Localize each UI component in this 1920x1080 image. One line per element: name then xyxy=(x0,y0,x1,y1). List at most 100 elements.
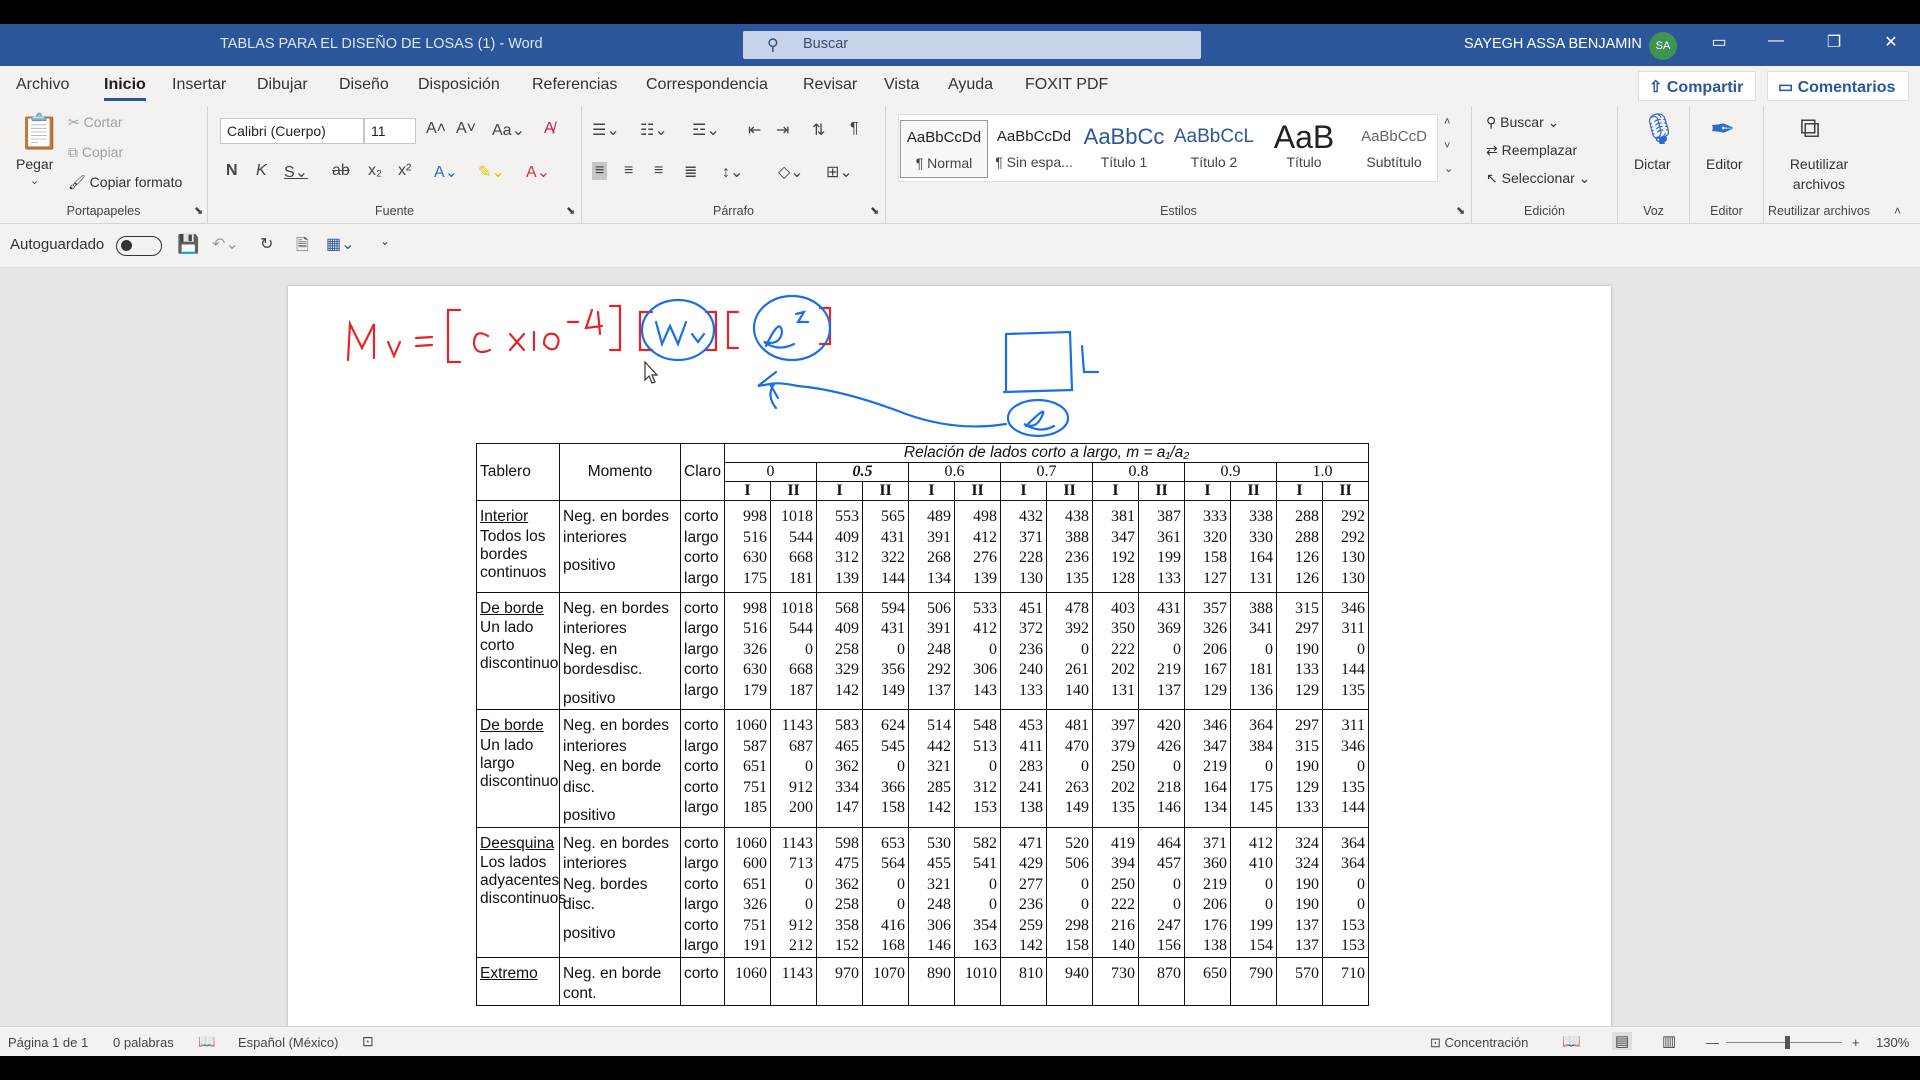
font-size-combo[interactable]: 11 xyxy=(364,118,416,144)
superscript-icon[interactable]: x² xyxy=(398,162,411,180)
microphone-icon[interactable]: 🎙 xyxy=(1640,112,1678,147)
zoom-level[interactable]: 130% xyxy=(1876,1035,1909,1050)
style-heading-2[interactable]: AaBbCcL Título 2 xyxy=(1170,120,1258,178)
italic-icon[interactable]: K xyxy=(256,162,267,180)
numbering-icon[interactable]: ☷⌄ xyxy=(640,120,668,140)
tab-ayuda[interactable]: Ayuda xyxy=(948,76,993,94)
tab-referencias[interactable]: Referencias xyxy=(532,76,617,94)
dialog-launcher-icon[interactable]: ⬊ xyxy=(194,204,203,217)
bullets-icon[interactable]: ☰⌄ xyxy=(592,120,620,140)
styles-more-icon[interactable]: ⌄ xyxy=(1444,162,1453,175)
shrink-font-icon[interactable]: A˅ xyxy=(456,120,476,138)
zoom-slider[interactable] xyxy=(1726,1042,1842,1043)
shading-icon[interactable]: ◇⌄ xyxy=(778,162,804,182)
collapse-ribbon-icon[interactable]: ˄ xyxy=(1894,204,1901,218)
tab-correspondencia[interactable]: Correspondencia xyxy=(646,76,768,94)
tab-archivo[interactable]: Archivo xyxy=(16,76,69,94)
tab-vista[interactable]: Vista xyxy=(884,76,919,94)
customize-qat-icon[interactable]: ⌄ xyxy=(380,234,390,248)
restore-icon[interactable]: ❐ xyxy=(1819,32,1849,52)
text-effects-icon[interactable]: A⌄ xyxy=(434,162,458,182)
comments-button[interactable]: ▭ Comentarios xyxy=(1767,71,1909,101)
strikethrough-icon[interactable]: ab xyxy=(332,162,350,180)
autosave-toggle[interactable] xyxy=(116,236,162,256)
font-color-icon[interactable]: A⌄ xyxy=(526,162,550,182)
clear-format-icon[interactable]: A̸ xyxy=(544,120,555,138)
styles-scroll-down-icon[interactable]: ˅ xyxy=(1444,140,1450,152)
find-button[interactable]: ⚲ Buscar ⌄ xyxy=(1486,114,1559,131)
tab-inicio[interactable]: Inicio xyxy=(104,76,146,101)
pilcrow-icon[interactable]: ¶ xyxy=(850,120,859,138)
reuse-files-button[interactable]: Reutilizar archivos xyxy=(1768,154,1870,194)
increase-indent-icon[interactable]: ⇥ xyxy=(776,120,789,140)
share-button[interactable]: ⇧ Compartir xyxy=(1638,71,1756,101)
highlight-icon[interactable]: ✎⌄ xyxy=(478,162,505,182)
tab-disposicion[interactable]: Disposición xyxy=(418,76,500,94)
reuse-files-icon[interactable]: ⧉ xyxy=(1800,112,1820,145)
document-canvas[interactable]: Tablero Momento Claro Relación de lados cor… xyxy=(0,268,1920,1026)
align-left-icon[interactable]: ≡ xyxy=(592,162,608,180)
style-heading-1[interactable]: AaBbCc Título 1 xyxy=(1080,120,1168,178)
copy-button[interactable]: ⧉ Copiar xyxy=(68,144,123,161)
replace-button[interactable]: ⇄ Reemplazar xyxy=(1486,142,1577,159)
redo-icon[interactable]: ↻ xyxy=(260,234,273,254)
editor-button[interactable]: Editor xyxy=(1706,156,1743,172)
avatar[interactable]: SA xyxy=(1649,32,1677,60)
tab-diseno[interactable]: Diseño xyxy=(339,76,389,94)
change-case-icon[interactable]: Aa⌄ xyxy=(492,120,525,140)
style-no-spacing[interactable]: AaBbCcDd ¶ Sin espa... xyxy=(990,120,1078,178)
sort-icon[interactable]: ⇅ xyxy=(812,120,825,140)
multilevel-list-icon[interactable]: ☲⌄ xyxy=(692,120,720,140)
layout-icon[interactable]: ▦⌄ xyxy=(326,234,355,254)
bold-icon[interactable]: N xyxy=(226,162,238,180)
zoom-in-icon[interactable]: + xyxy=(1852,1035,1860,1050)
web-layout-icon[interactable]: ▥ xyxy=(1662,1032,1676,1050)
tab-foxit[interactable]: FOXIT PDF xyxy=(1025,76,1108,94)
styles-dialog-icon[interactable]: ⬊ xyxy=(1456,204,1465,217)
zoom-slider-thumb[interactable] xyxy=(1785,1036,1790,1049)
language[interactable]: Español (México) xyxy=(238,1035,338,1050)
paragraph-dialog-icon[interactable]: ⬊ xyxy=(870,204,879,217)
styles-scroll-up-icon[interactable]: ˄ xyxy=(1444,116,1450,128)
word-count[interactable]: 0 palabras xyxy=(113,1035,174,1050)
print-layout-icon[interactable]: ▤ xyxy=(1612,1032,1633,1050)
borders-icon[interactable]: ⊞⌄ xyxy=(826,162,853,182)
focus-mode-button[interactable]: ⊡ Concentración xyxy=(1430,1035,1528,1051)
justify-icon[interactable]: ≣ xyxy=(684,162,697,182)
style-title[interactable]: AaB Título xyxy=(1260,120,1348,178)
chevron-down-icon[interactable]: ⌄ xyxy=(30,174,39,187)
accessibility-icon[interactable]: ⊡ xyxy=(362,1033,374,1050)
pen-icon[interactable]: ✒ xyxy=(1710,112,1735,147)
style-normal[interactable]: AaBbCcDd ¶ Normal xyxy=(900,120,988,178)
ribbon-display-icon[interactable]: ▭ xyxy=(1704,32,1734,52)
zoom-out-icon[interactable]: — xyxy=(1706,1035,1719,1050)
underline-icon[interactable]: S⌄ xyxy=(284,162,308,182)
select-button[interactable]: ↖ Seleccionar ⌄ xyxy=(1486,170,1590,187)
paste-button[interactable]: Pegar xyxy=(16,156,53,172)
tab-revisar[interactable]: Revisar xyxy=(803,76,857,94)
line-spacing-icon[interactable]: ↕⌄ xyxy=(722,162,743,182)
dictate-button[interactable]: Dictar xyxy=(1634,156,1671,172)
minimize-icon[interactable]: — xyxy=(1761,32,1791,50)
document-page[interactable]: Tablero Momento Claro Relación de lados cor… xyxy=(288,286,1611,1026)
proofing-icon[interactable]: 📖 xyxy=(198,1033,215,1050)
close-icon[interactable]: ✕ xyxy=(1876,32,1906,52)
paste-icon[interactable]: 📋 xyxy=(18,112,60,152)
cut-button[interactable]: ✂ Cortar xyxy=(68,114,123,131)
format-painter-button[interactable]: 🖌 Copiar formato xyxy=(68,174,182,191)
search-box[interactable]: ⚲ Buscar xyxy=(743,31,1201,59)
read-mode-icon[interactable]: 📖 xyxy=(1562,1032,1581,1050)
page-count[interactable]: Página 1 de 1 xyxy=(8,1035,88,1050)
save-icon[interactable]: 💾 xyxy=(177,234,199,255)
decrease-indent-icon[interactable]: ⇤ xyxy=(748,120,761,140)
grow-font-icon[interactable]: A˄ xyxy=(426,120,446,138)
subscript-icon[interactable]: x₂ xyxy=(368,162,382,180)
font-dialog-icon[interactable]: ⬊ xyxy=(566,204,575,217)
tab-dibujar[interactable]: Dibujar xyxy=(257,76,308,94)
style-subtitle[interactable]: AaBbCcD Subtítulo xyxy=(1350,120,1438,178)
align-center-icon[interactable]: ≡ xyxy=(624,162,633,180)
align-right-icon[interactable]: ≡ xyxy=(654,162,663,180)
user-name[interactable]: SAYEGH ASSA BENJAMIN xyxy=(1464,36,1642,52)
tab-insertar[interactable]: Insertar xyxy=(172,76,226,94)
font-name-combo[interactable]: Calibri (Cuerpo) xyxy=(220,118,364,144)
